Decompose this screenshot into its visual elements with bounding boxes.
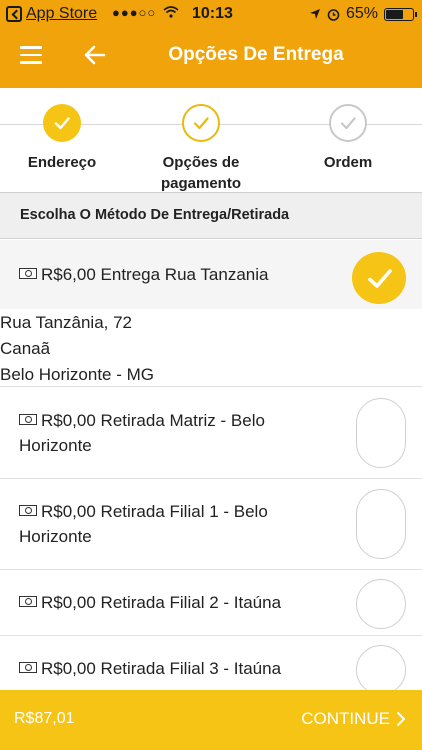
step-label: Endereço [27,154,97,171]
delivery-address: Rua Tanzânia, 72 Canaã Belo Horizonte - … [0,309,422,387]
back-to-app-store[interactable]: App Store [6,5,97,23]
alarm-icon [327,8,340,21]
money-icon [19,505,37,516]
option-label: R$0,00 Retirada Filial 3 - Itaúna [41,659,282,678]
option-radio[interactable] [356,645,406,695]
step-current-circle [182,104,220,142]
step-todo-circle [329,104,367,142]
option-label: R$0,00 Retirada Matriz - Belo Horizonte [19,411,265,455]
battery-icon [384,7,417,21]
money-icon [19,414,37,425]
option-text: R$0,00 Retirada Filial 3 - Itaúna [19,656,339,681]
page-title: Opções De Entrega [168,44,344,65]
continue-label: CONTINUE [301,709,390,728]
section-title: Escolha O Método De Entrega/Retirada [0,192,422,239]
step-ordem[interactable]: Ordem [283,104,413,173]
step-label: Opções de pagamento [160,154,241,192]
checkout-footer: R$87,01 CONTINUE [0,690,422,750]
option-label: R$6,00 Entrega Rua Tanzania [41,265,269,284]
option-text: R$0,00 Retirada Matriz - Belo Horizonte [19,408,339,458]
back-app-label[interactable]: App Store [26,5,97,23]
address-line: Rua Tanzânia, 72 [0,313,133,332]
status-right: 65% [309,5,417,23]
money-icon [19,596,37,607]
option-text: R$0,00 Retirada Filial 2 - Itaúna [19,590,339,615]
wifi-icon [163,6,179,18]
option-radio[interactable] [356,579,406,629]
money-icon [19,268,37,279]
option-text: R$0,00 Retirada Filial 1 - Belo Horizont… [19,499,339,549]
step-label: Ordem [323,154,373,171]
chevron-right-icon [397,712,405,726]
check-icon [340,117,356,130]
option-label: R$0,00 Retirada Filial 1 - Belo Horizont… [19,502,268,546]
address-line: Belo Horizonte - MG [0,365,154,384]
step-done-circle [43,104,81,142]
continue-button[interactable]: CONTINUE [301,709,406,729]
status-time: 10:13 [192,5,233,22]
delivery-option[interactable]: R$0,00 Retirada Filial 2 - Itaúna [0,570,422,636]
option-radio-selected[interactable] [352,252,406,304]
battery-fill [386,9,403,19]
delivery-option[interactable]: R$0,00 Retirada Filial 1 - Belo Horizont… [0,479,422,570]
option-text: R$6,00 Entrega Rua Tanzania [19,262,339,287]
app-header: Opções De Entrega [0,28,422,84]
check-icon [368,269,392,288]
delivery-option[interactable]: R$6,00 Entrega Rua Tanzania [0,240,422,309]
step-endereco[interactable]: Endereço [0,104,127,173]
back-chevron-icon [6,6,22,22]
check-icon [193,117,209,130]
battery-percent: 65% [345,5,378,22]
delivery-option[interactable]: R$0,00 Retirada Matriz - Belo Horizonte [0,388,422,479]
checkout-stepper: Endereço Opções de pagamento Ordem [0,88,422,194]
signal-icon: ●●●○○ [112,5,157,20]
option-label: R$0,00 Retirada Filial 2 - Itaúna [41,593,282,612]
option-radio[interactable] [356,398,406,468]
address-line: Canaã [0,339,51,358]
status-bar: App Store ●●●○○ 10:13 65% [0,0,422,28]
check-icon [54,117,70,130]
top-bar: App Store ●●●○○ 10:13 65% Opções De Entr… [0,0,422,88]
location-icon [309,9,320,19]
money-icon [19,662,37,673]
step-opcoes-pagamento[interactable]: Opções de pagamento [136,104,266,194]
order-total: R$87,01 [14,710,75,727]
option-radio[interactable] [356,489,406,559]
